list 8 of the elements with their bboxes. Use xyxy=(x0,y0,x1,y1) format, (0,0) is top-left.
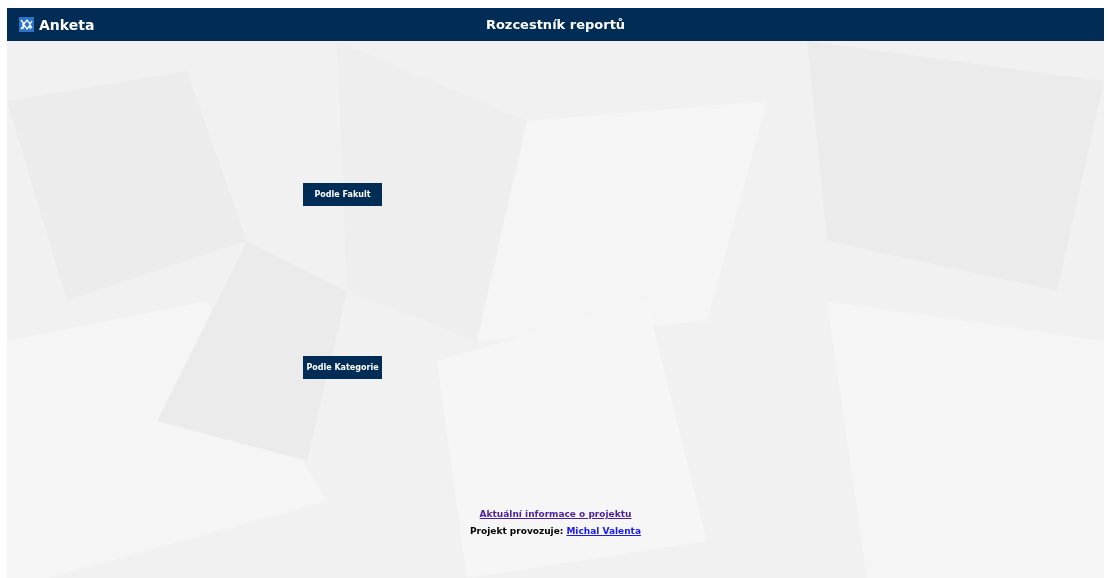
project-info-link[interactable]: Aktuální informace o projektu xyxy=(479,509,632,519)
page-title: Rozcestník reportů xyxy=(485,17,626,32)
operator-link[interactable]: Michal Valenta xyxy=(566,526,641,536)
operator-label: Projekt provozuje: xyxy=(470,526,564,536)
nav-button[interactable]: Podle Kategorie xyxy=(303,356,382,379)
logo-icon xyxy=(19,17,34,32)
app-name[interactable]: Anketa xyxy=(39,16,95,33)
nav-button[interactable]: Podle Fakult xyxy=(303,183,382,206)
